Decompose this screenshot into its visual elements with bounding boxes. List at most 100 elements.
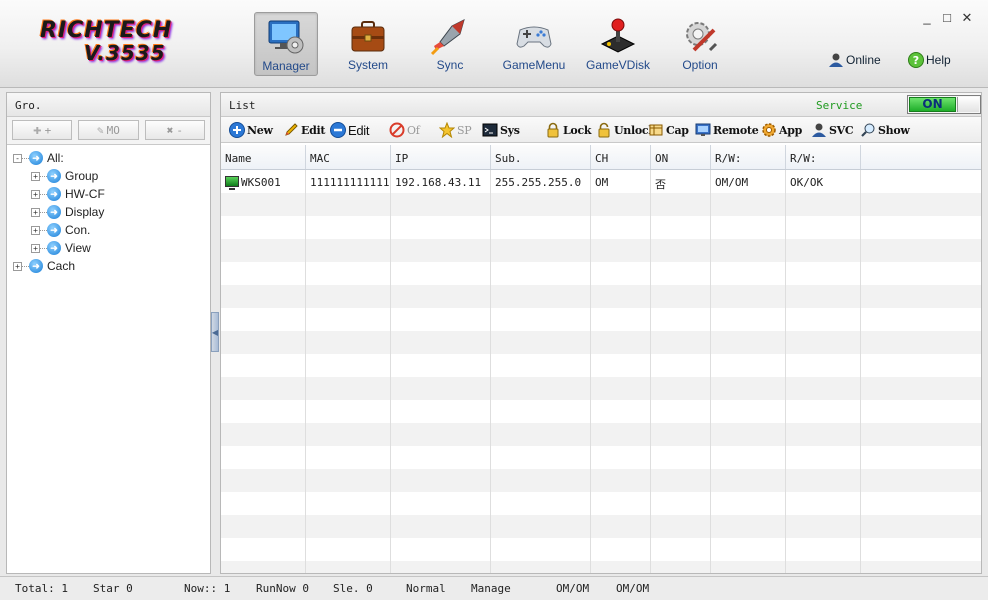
- lock-button[interactable]: Lock: [545, 121, 592, 139]
- svc-button[interactable]: SVC: [811, 121, 854, 139]
- off-button[interactable]: Of: [389, 121, 420, 139]
- empty-cell: [591, 515, 651, 538]
- tree-node-cache[interactable]: + ➜ Cach: [13, 257, 210, 275]
- column-header-name[interactable]: Name: [221, 145, 306, 169]
- new-label: New: [247, 123, 273, 137]
- modify-group-button[interactable]: ✎ MO: [78, 120, 139, 140]
- expand-icon[interactable]: +: [31, 207, 40, 217]
- column-header-ip[interactable]: IP: [391, 145, 491, 169]
- empty-cell: [221, 446, 306, 469]
- column-header-rw-1[interactable]: R/W:: [711, 145, 786, 169]
- expand-icon[interactable]: +: [31, 189, 40, 199]
- tree-node-group[interactable]: + ➜ Group: [13, 167, 210, 185]
- expand-icon[interactable]: +: [31, 243, 40, 253]
- nav-system-button[interactable]: System: [336, 12, 400, 76]
- nav-gamemenu-button[interactable]: GameMenu: [502, 12, 566, 76]
- app-button[interactable]: App: [761, 121, 802, 139]
- remove-button[interactable]: Edit: [330, 121, 370, 139]
- app-gear-icon: [761, 122, 777, 138]
- empty-cell: [786, 216, 861, 239]
- empty-cell: [306, 193, 391, 216]
- app-logo: RICHTECH V.3535: [40, 20, 190, 66]
- panel-splitter-collapse[interactable]: ◀: [211, 312, 219, 352]
- sys-button[interactable]: Sys: [482, 121, 520, 139]
- empty-cell: [786, 193, 861, 216]
- tree-node-con[interactable]: + ➜ Con.: [13, 221, 210, 239]
- empty-cell: [651, 308, 711, 331]
- nav-sync-button[interactable]: Sync: [418, 12, 482, 76]
- column-header-subnet[interactable]: Sub.: [491, 145, 591, 169]
- nav-option-label: Option: [682, 58, 718, 72]
- nav-manager-label: Manager: [262, 59, 310, 73]
- close-button[interactable]: ✕: [959, 10, 975, 26]
- empty-cell: [591, 308, 651, 331]
- service-toggle[interactable]: ON: [907, 95, 981, 114]
- tree-connector: [40, 175, 47, 177]
- new-button[interactable]: New: [229, 121, 273, 139]
- expand-icon[interactable]: +: [31, 225, 40, 235]
- tree-node-view[interactable]: + ➜ View: [13, 239, 210, 257]
- expand-icon[interactable]: +: [13, 261, 22, 271]
- sp-button[interactable]: SP: [438, 121, 472, 139]
- tree-node-label: Display: [65, 205, 105, 219]
- empty-cell: [491, 515, 591, 538]
- tree-node-hw-cf[interactable]: + ➜ HW-CF: [13, 185, 210, 203]
- show-button[interactable]: Show: [860, 121, 910, 139]
- empty-cell: [221, 515, 306, 538]
- empty-cell: [786, 515, 861, 538]
- help-icon: ?: [908, 52, 924, 68]
- show-label: Show: [878, 123, 910, 137]
- remove-group-icon: ✖: [166, 123, 174, 137]
- empty-cell: [861, 515, 981, 538]
- tree-node-all[interactable]: - ➜ All:: [13, 149, 210, 167]
- nav-option-button[interactable]: Option: [668, 12, 732, 76]
- unlock-button[interactable]: Unlock: [596, 121, 656, 139]
- empty-cell: [591, 262, 651, 285]
- table-row[interactable]: WKS001 111111111111 192.168.43.11 255.25…: [221, 170, 981, 193]
- empty-cell: [221, 239, 306, 262]
- capture-label: Cap: [666, 123, 689, 137]
- empty-cell: [491, 446, 591, 469]
- manager-icon: [266, 17, 306, 57]
- empty-cell: [711, 216, 786, 239]
- pencil-edit-icon: [283, 122, 299, 138]
- empty-cell: [651, 400, 711, 423]
- collapse-icon[interactable]: -: [13, 153, 22, 163]
- nav-manager-button[interactable]: Manager: [254, 12, 318, 76]
- empty-rows: [221, 193, 981, 573]
- maximize-button[interactable]: □: [939, 10, 955, 25]
- column-header-mac[interactable]: MAC: [306, 145, 391, 169]
- empty-cell: [306, 331, 391, 354]
- empty-table-row: [221, 538, 981, 561]
- group-tree: - ➜ All: + ➜ Group + ➜ HW-CF + ➜ Display…: [7, 145, 210, 275]
- briefcase-icon: [348, 16, 388, 56]
- minimize-button[interactable]: _: [919, 10, 935, 25]
- capture-button[interactable]: Cap: [648, 121, 689, 139]
- column-header-on[interactable]: ON: [651, 145, 711, 169]
- empty-cell: [591, 423, 651, 446]
- empty-cell: [591, 331, 651, 354]
- nav-gamevdisk-button[interactable]: GameVDisk: [586, 12, 650, 76]
- empty-cell: [711, 262, 786, 285]
- online-button[interactable]: Online: [828, 52, 881, 68]
- remote-button[interactable]: Remote: [695, 121, 759, 139]
- remove-group-button[interactable]: ✖ -: [144, 120, 205, 140]
- expand-icon[interactable]: +: [31, 171, 40, 181]
- arrow-circle-icon: ➜: [47, 187, 61, 201]
- empty-cell: [491, 492, 591, 515]
- forbidden-icon: [389, 122, 405, 138]
- tree-node-display[interactable]: + ➜ Display: [13, 203, 210, 221]
- empty-cell: [591, 469, 651, 492]
- add-group-button[interactable]: ✚ +: [12, 120, 73, 140]
- status-now: Now:: 1: [184, 582, 231, 595]
- empty-table-row: [221, 515, 981, 538]
- column-header-rw-2[interactable]: R/W:: [786, 145, 861, 169]
- group-panel: Gro. ✚ + ✎ MO ✖ - - ➜ All: + ➜ Group + ➜…: [6, 92, 211, 574]
- tree-node-label: Group: [65, 169, 99, 183]
- help-button[interactable]: ? Help: [908, 52, 951, 68]
- column-header-ch[interactable]: CH: [591, 145, 651, 169]
- edit-button[interactable]: Edit: [283, 121, 325, 139]
- empty-cell: [651, 538, 711, 561]
- remote-label: Remote: [713, 123, 759, 137]
- empty-cell: [391, 193, 491, 216]
